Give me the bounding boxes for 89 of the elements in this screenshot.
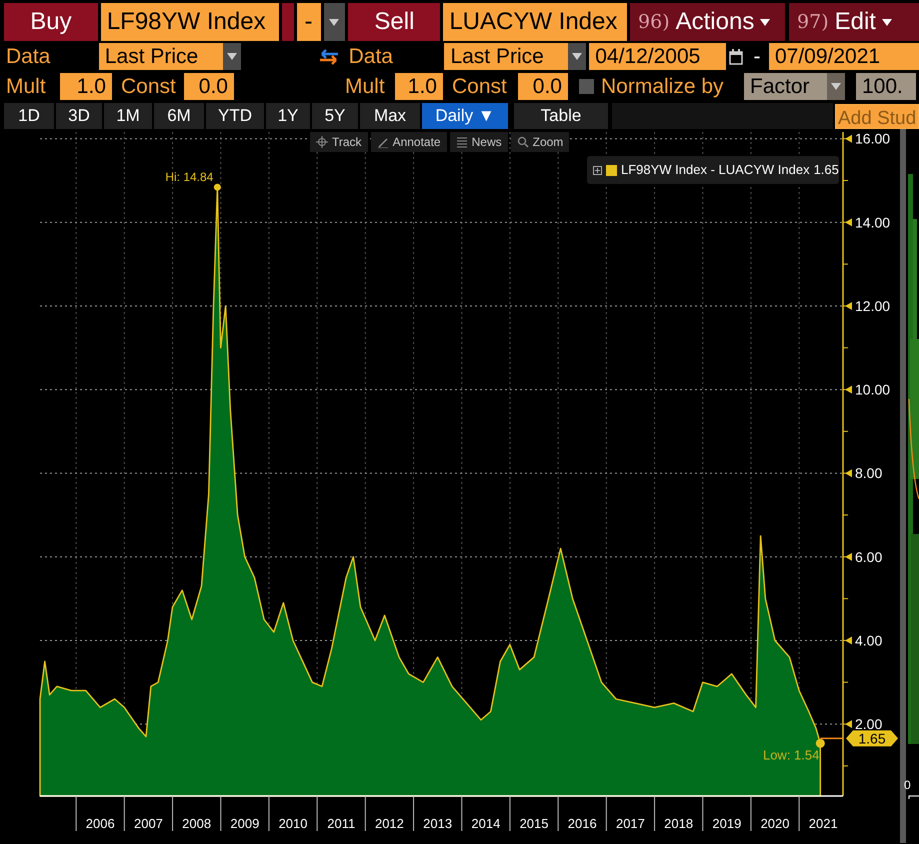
tick-marker-icon bbox=[845, 302, 852, 310]
factor-field[interactable]: 100. bbox=[856, 73, 916, 100]
tick-marker-icon bbox=[845, 386, 852, 394]
mult-label: Mult bbox=[345, 74, 386, 100]
x-tick-label: 2010 bbox=[278, 816, 308, 831]
field-label: Data bbox=[6, 44, 52, 70]
x-tick-label: 2017 bbox=[616, 816, 645, 831]
separator bbox=[282, 3, 294, 41]
period-tab[interactable]: 1Y bbox=[266, 103, 310, 129]
caret-icon bbox=[760, 18, 770, 26]
x-tick-label: 2021 bbox=[808, 816, 838, 831]
x-tick-label: 2006 bbox=[86, 816, 115, 831]
operator-field[interactable]: - bbox=[296, 3, 320, 41]
y-tick-label: 10.00 bbox=[855, 382, 890, 398]
expand-icon[interactable] bbox=[593, 166, 602, 174]
x-tick-label: 2012 bbox=[374, 816, 404, 831]
period-tab[interactable]: Daily ▼ bbox=[422, 103, 508, 129]
list-icon bbox=[456, 136, 468, 148]
period-tab[interactable]: 3D bbox=[56, 103, 102, 129]
search-icon bbox=[516, 136, 529, 148]
mult-label: Mult bbox=[6, 74, 47, 100]
y-tick-label: 14.00 bbox=[855, 214, 890, 230]
last-value-line bbox=[820, 738, 843, 740]
sell-button[interactable]: Sell bbox=[348, 3, 440, 41]
date-separator: - bbox=[752, 44, 762, 70]
tick-marker-icon bbox=[845, 469, 852, 478]
x-tick-label: 2007 bbox=[134, 816, 163, 831]
x-tick-label: 2018 bbox=[664, 816, 694, 831]
y-tick-label: 2.00 bbox=[855, 716, 882, 732]
tick-marker-icon bbox=[845, 552, 852, 561]
period-tab[interactable]: YTD bbox=[206, 103, 264, 129]
mult-field[interactable]: 1.0 bbox=[60, 73, 112, 100]
buy-button[interactable]: Buy bbox=[4, 3, 98, 41]
y-tick-label: 6.00 bbox=[855, 548, 882, 565]
const-label: Const bbox=[121, 74, 177, 100]
x-tick-label: 2016 bbox=[568, 816, 597, 831]
y-tick-label: 4.00 bbox=[855, 632, 882, 648]
const-label: Const bbox=[452, 74, 508, 100]
caret-icon[interactable] bbox=[568, 43, 586, 70]
table-button[interactable]: Table bbox=[514, 103, 608, 129]
menu-button[interactable]: 97) Edit bbox=[789, 3, 919, 41]
pencil-icon bbox=[376, 136, 389, 148]
y-tick-label: 8.00 bbox=[855, 465, 882, 482]
legend-label: LF98YW Index - LUACYW Index bbox=[621, 161, 810, 180]
x-tick-label: 2015 bbox=[520, 816, 548, 831]
field-label: Data bbox=[348, 44, 394, 70]
high-label: Hi: 14.84 bbox=[165, 170, 214, 184]
period-tab[interactable]: 1M bbox=[104, 103, 152, 129]
caret-icon[interactable] bbox=[222, 43, 241, 70]
x-tick-label: 2014 bbox=[471, 816, 500, 831]
period-tab[interactable]: 1D bbox=[4, 103, 54, 129]
method-dropdown[interactable]: Factor bbox=[744, 73, 845, 100]
chart-tool-button[interactable]: Zoom bbox=[510, 132, 570, 152]
const-field[interactable]: 0.0 bbox=[518, 73, 568, 100]
chart-tool-button[interactable]: News bbox=[450, 132, 508, 152]
chart-tool-button[interactable]: Annotate bbox=[370, 132, 447, 152]
axis-label: 0 bbox=[904, 778, 911, 792]
checkbox[interactable] bbox=[579, 79, 594, 94]
security-field[interactable]: LF98YW Index bbox=[100, 3, 279, 41]
normalize-label: Normalize by bbox=[601, 74, 725, 100]
caret-icon bbox=[882, 18, 892, 26]
crosshair-icon bbox=[316, 136, 328, 148]
y-tick-label: 12.00 bbox=[855, 298, 890, 314]
tick-marker-icon bbox=[845, 636, 852, 644]
x-tick-label: 2011 bbox=[327, 816, 356, 831]
const-field[interactable]: 0.0 bbox=[184, 73, 234, 100]
tick-marker-icon bbox=[845, 720, 852, 728]
y-tick-label: 16.00 bbox=[855, 130, 890, 147]
last-value-badge: 1.65 bbox=[846, 730, 898, 746]
mult-field[interactable]: 1.0 bbox=[395, 73, 443, 100]
date-field[interactable]: 04/12/2005 bbox=[589, 43, 726, 70]
tick-marker-icon bbox=[845, 218, 852, 226]
field-dropdown[interactable]: Last Price bbox=[444, 43, 586, 70]
x-tick-label: 2009 bbox=[230, 816, 260, 831]
chart-tool-button[interactable]: Track bbox=[310, 132, 368, 152]
date-field[interactable]: 07/09/2021 bbox=[768, 43, 919, 70]
menu-button[interactable]: 96) Actions bbox=[630, 3, 786, 41]
x-tick-label: 2019 bbox=[712, 816, 742, 831]
period-tab[interactable]: 5Y bbox=[312, 103, 358, 129]
x-tick-label: 2013 bbox=[423, 816, 452, 831]
x-tick-label: 2008 bbox=[182, 816, 212, 831]
caret-icon[interactable] bbox=[324, 3, 346, 41]
legend-value: 1.65 bbox=[814, 161, 839, 180]
period-tab[interactable]: 6M bbox=[154, 103, 204, 129]
security-field[interactable]: LUACYW Index bbox=[443, 3, 628, 41]
tick-marker-icon bbox=[845, 134, 852, 143]
x-tick-label: 2020 bbox=[760, 816, 790, 831]
period-tab[interactable]: Max bbox=[360, 103, 420, 129]
field-dropdown[interactable]: Last Price bbox=[98, 43, 241, 70]
